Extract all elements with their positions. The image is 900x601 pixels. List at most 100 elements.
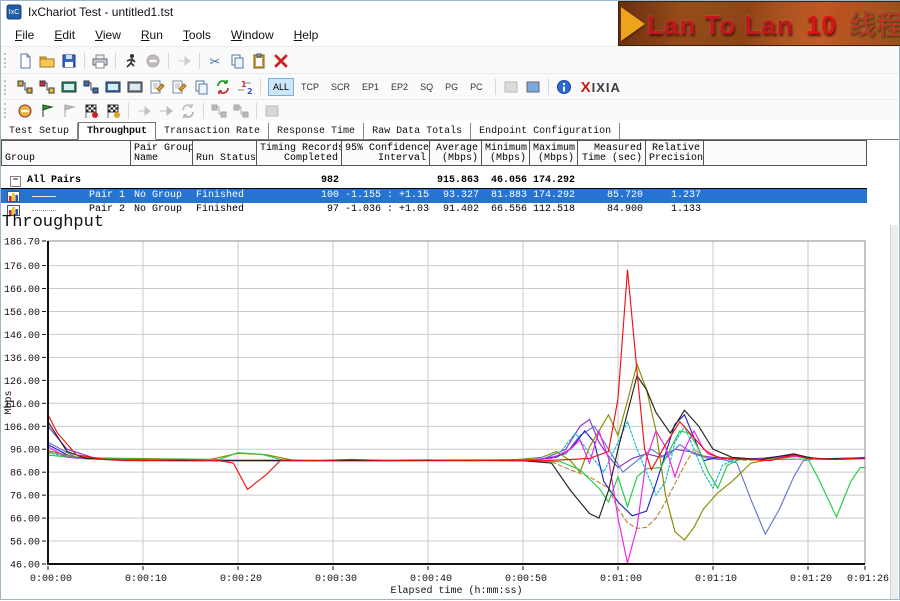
annotate-script-icon[interactable] [170,78,188,96]
y-tick-label: 96.00 [10,446,40,457]
abort-run-icon[interactable] [82,102,100,120]
y-tick-label: 176.00 [4,262,40,273]
app-window: IxC IxChariot Test - untitled1.tst File … [0,0,900,600]
col-group[interactable]: Group [1,140,131,166]
col-confidence[interactable]: 95% ConfidenceInterval [341,140,430,166]
col-average[interactable]: Average(Mbps) [429,140,482,166]
demote-pair-icon [157,102,175,120]
finish-run-icon[interactable] [104,102,122,120]
y-tick-label: 136.00 [4,354,40,365]
toolbar-grip[interactable] [4,53,9,68]
reorder-pairs-icon[interactable]: 12 [236,78,254,96]
series-pair-7 [48,364,865,540]
plot-area [48,241,865,564]
col-pair-group-name[interactable]: Pair GroupName [130,140,193,166]
filter-tcp[interactable]: TCP [296,78,324,96]
col-run-status[interactable]: Run Status [192,140,257,166]
y-tick-label: 56.00 [10,538,40,549]
grid-header: Group Pair GroupName Run Status Timing R… [1,140,867,166]
group-label: All Pairs [27,174,81,188]
tab-raw-data-totals[interactable]: Raw Data Totals [364,123,471,139]
filter-pc[interactable]: PC [465,78,488,96]
menu-tools[interactable]: Tools [173,25,221,45]
cell-confidence: -1.036 : +1.036 [342,203,430,217]
cell-measured-time: 84.900 [578,203,646,217]
banner-text-main: Lan To Lan [647,10,794,40]
unlink-pairs-icon [232,102,250,120]
cell-minimum: 66.556 [482,203,530,217]
cut-icon[interactable]: ✂ [206,52,224,70]
copy-icon[interactable] [228,52,246,70]
table-row-all-pairs[interactable]: All Pairs 982 915.863 46.056 174.292 [1,174,867,189]
pause-run-icon [60,102,78,120]
cell-run-status: Finished [193,189,257,203]
col-measured-time[interactable]: MeasuredTime (sec) [577,140,646,166]
toolbar-grip[interactable] [4,80,9,95]
info-icon[interactable] [555,78,573,96]
x-axis-label: Elapsed time (h:mm:ss) [390,585,522,597]
refresh-pairs-icon[interactable] [214,78,232,96]
filter-ep2[interactable]: EP2 [386,78,413,96]
screen-pair-icon[interactable] [60,78,78,96]
collapse-toggle-icon[interactable] [10,176,21,187]
dial-pair-icon[interactable] [38,78,56,96]
toolbar-grip[interactable] [4,103,9,118]
promote-pair-icon [135,102,153,120]
filter-pg[interactable]: PG [440,78,463,96]
menu-edit[interactable]: Edit [44,25,85,45]
series-pair-10 [48,419,865,467]
tab-transaction-rate[interactable]: Transaction Rate [156,123,269,139]
filter-ep1[interactable]: EP1 [357,78,384,96]
save-test-icon[interactable] [60,52,78,70]
tab-throughput[interactable]: Throughput [78,122,156,140]
filter-sq[interactable]: SQ [415,78,438,96]
timed-pair-icon[interactable] [126,78,144,96]
edit-script-icon[interactable] [148,78,166,96]
paste-icon[interactable] [250,52,268,70]
cell-maximum: 174.292 [530,189,578,203]
table-row-pair-1[interactable]: Pair 1 No Group Finished 100 -1.155 : +1… [1,189,867,203]
video-pair-icon[interactable] [104,78,122,96]
export-results-icon[interactable] [524,78,542,96]
menu-help[interactable]: Help [284,25,329,45]
print-icon[interactable] [91,52,109,70]
tab-response-time[interactable]: Response Time [269,123,364,139]
x-tick-label: 0:00:20 [220,574,262,585]
tab-test-setup[interactable]: Test Setup [1,123,78,139]
menu-window[interactable]: Window [221,25,284,45]
toolbar-separator [548,79,549,95]
vertical-scrollbar[interactable] [890,225,898,599]
x-tick-label: 0:00:50 [505,574,547,585]
table-row-pair-2[interactable]: Pair 2 No Group Finished 97 -1.036 : +1.… [1,203,867,217]
series-pair-8 [48,426,865,534]
series-pair-6 [48,376,865,518]
delete-selection-icon[interactable] [272,52,290,70]
add-pair-icon[interactable] [16,78,34,96]
browse-script-icon[interactable] [192,78,210,96]
filter-all[interactable]: ALL [268,78,294,96]
menu-file[interactable]: File [5,25,44,45]
x-tick-label: 0:01:00 [600,574,642,585]
cell-maximum: 174.292 [530,174,578,188]
view-results-icon [175,52,193,70]
col-minimum[interactable]: Minimum(Mbps) [481,140,530,166]
cell-precision: 1.237 [646,189,704,203]
start-run-icon[interactable] [38,102,56,120]
cell-minimum: 81.883 [482,189,530,203]
col-timing-records[interactable]: Timing RecordsCompleted [256,140,342,166]
open-test-icon[interactable] [38,52,56,70]
split-pair-icon[interactable] [82,78,100,96]
series-pair-4 [48,431,865,563]
cell-average: 91.402 [430,203,482,217]
menu-run[interactable]: Run [131,25,173,45]
menu-view[interactable]: View [85,25,131,45]
x-tick-label: 0:00:40 [410,574,452,585]
filter-scr[interactable]: SCR [326,78,355,96]
col-maximum[interactable]: Maximum(Mbps) [529,140,578,166]
cell-measured-time: 85.720 [578,189,646,203]
col-relative-precision[interactable]: RelativePrecision [645,140,704,166]
tab-endpoint-configuration[interactable]: Endpoint Configuration [471,123,620,139]
schedule-group-icon[interactable] [16,102,34,120]
run-test-icon[interactable] [122,52,140,70]
new-test-icon[interactable] [16,52,34,70]
